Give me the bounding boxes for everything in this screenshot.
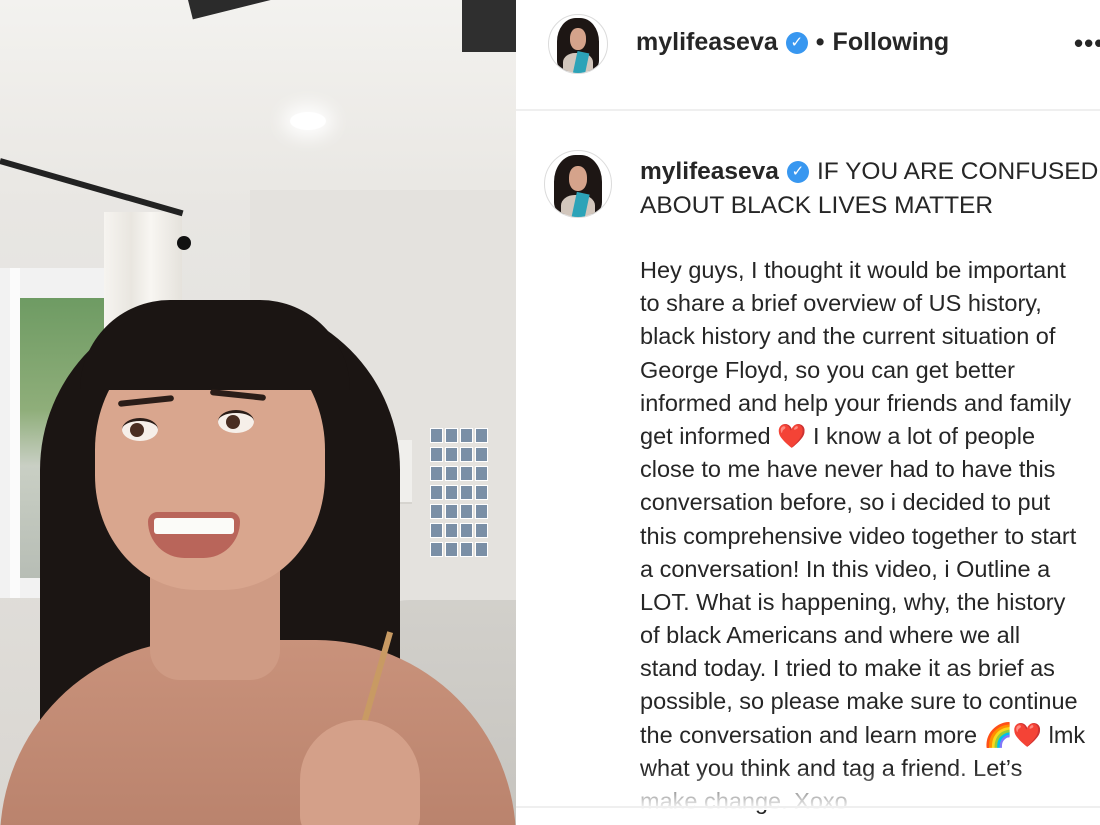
- caption-title: mylifeaseva ✓ IF YOU ARE CONFUSED ABOUT …: [640, 155, 1100, 223]
- caption-body: Hey guys, I thought it would be importan…: [640, 254, 1100, 818]
- caption-line: informed and help your friends and famil…: [640, 389, 1072, 416]
- ceiling-light: [290, 112, 326, 130]
- caption-line: LOT. What is happening, why, the history: [640, 588, 1066, 615]
- caption-line: George Floyd, so you can get better: [640, 356, 1015, 383]
- username-link[interactable]: mylifeaseva: [636, 28, 778, 57]
- divider: [516, 806, 1100, 808]
- separator-dot: •: [815, 28, 825, 56]
- caption-title-line-2: ABOUT BLACK LIVES MATTER: [640, 192, 994, 219]
- caption-line: the conversation and learn more 🌈❤️ lmk: [640, 721, 1086, 748]
- post-header: mylifeaseva ✓ • Following •••: [516, 0, 1100, 111]
- eye: [122, 418, 158, 441]
- verified-badge-icon: ✓: [786, 161, 809, 183]
- caption-line: a conversation! In this video, i Outline…: [640, 555, 1051, 582]
- caption-line: close to me have never had to have this: [640, 456, 1056, 483]
- video-frame[interactable]: [0, 0, 516, 825]
- caption-line: this comprehensive video together to sta…: [640, 522, 1077, 549]
- polaroid-photos: [430, 428, 490, 557]
- caption-avatar[interactable]: [544, 150, 612, 218]
- caption-username-link[interactable]: mylifeaseva: [640, 155, 779, 189]
- instagram-post-panel: mylifeaseva ✓ • Following ••• mylifeasev…: [516, 0, 1100, 825]
- caption-line: Hey guys, I thought it would be importan…: [640, 257, 1066, 283]
- eye: [218, 410, 254, 433]
- caption-line: get informed ❤️ I know a lot of people: [640, 422, 1036, 449]
- caption-line: stand today. I tried to make it as brief…: [640, 655, 1055, 682]
- ceiling: [0, 0, 516, 200]
- caption-title-line-1: IF YOU ARE CONFUSED: [816, 158, 1099, 185]
- caption-line: to share a brief overview of US history,: [640, 290, 1042, 317]
- caption-line: black history and the current situation …: [640, 323, 1056, 350]
- verified-badge-icon: ✓: [785, 31, 808, 54]
- ceiling-fan-blade: [462, 0, 516, 52]
- more-options-icon[interactable]: •••: [1074, 28, 1100, 59]
- header-user-line: mylifeaseva ✓ • Following: [636, 28, 949, 57]
- following-button[interactable]: Following: [833, 28, 950, 57]
- caption-line: of black Americans and where we all: [640, 622, 1021, 649]
- profile-avatar[interactable]: [548, 14, 608, 74]
- caption-line: conversation before, so i decided to put: [640, 489, 1051, 516]
- caption-line: possible, so please make sure to continu…: [640, 688, 1078, 715]
